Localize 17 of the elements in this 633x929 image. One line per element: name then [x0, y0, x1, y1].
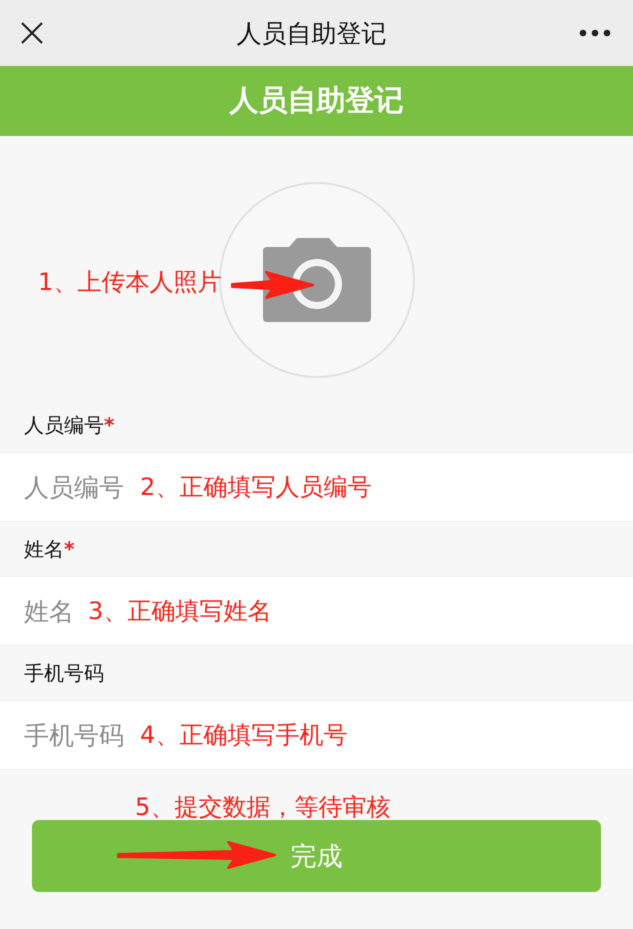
field-label: 人员编号* [24, 412, 114, 438]
submit-button[interactable]: 完成 [32, 820, 601, 892]
field-label: 手机号码 [24, 660, 104, 686]
annotation-text: 2、正确填写人员编号 [140, 472, 372, 503]
camera-icon [263, 238, 371, 322]
input-field[interactable]: 姓名 [24, 596, 88, 626]
annotation-text: 1、上传本人照片 [38, 267, 222, 298]
window-title: 人员自助登记 [236, 18, 386, 50]
annotation-text: 3、正确填写姓名 [88, 596, 272, 627]
page-title: 人员自助登记 [230, 82, 404, 119]
input-field[interactable]: 手机号码 [24, 720, 140, 750]
annotation-text: 4、正确填写手机号 [140, 720, 348, 751]
annotation-text: 5、提交数据，等待审核 [135, 794, 392, 820]
more-icon[interactable] [579, 29, 611, 37]
input-field[interactable]: 人员编号 [24, 472, 140, 502]
close-icon[interactable] [20, 21, 44, 45]
field-label: 姓名* [24, 536, 74, 562]
